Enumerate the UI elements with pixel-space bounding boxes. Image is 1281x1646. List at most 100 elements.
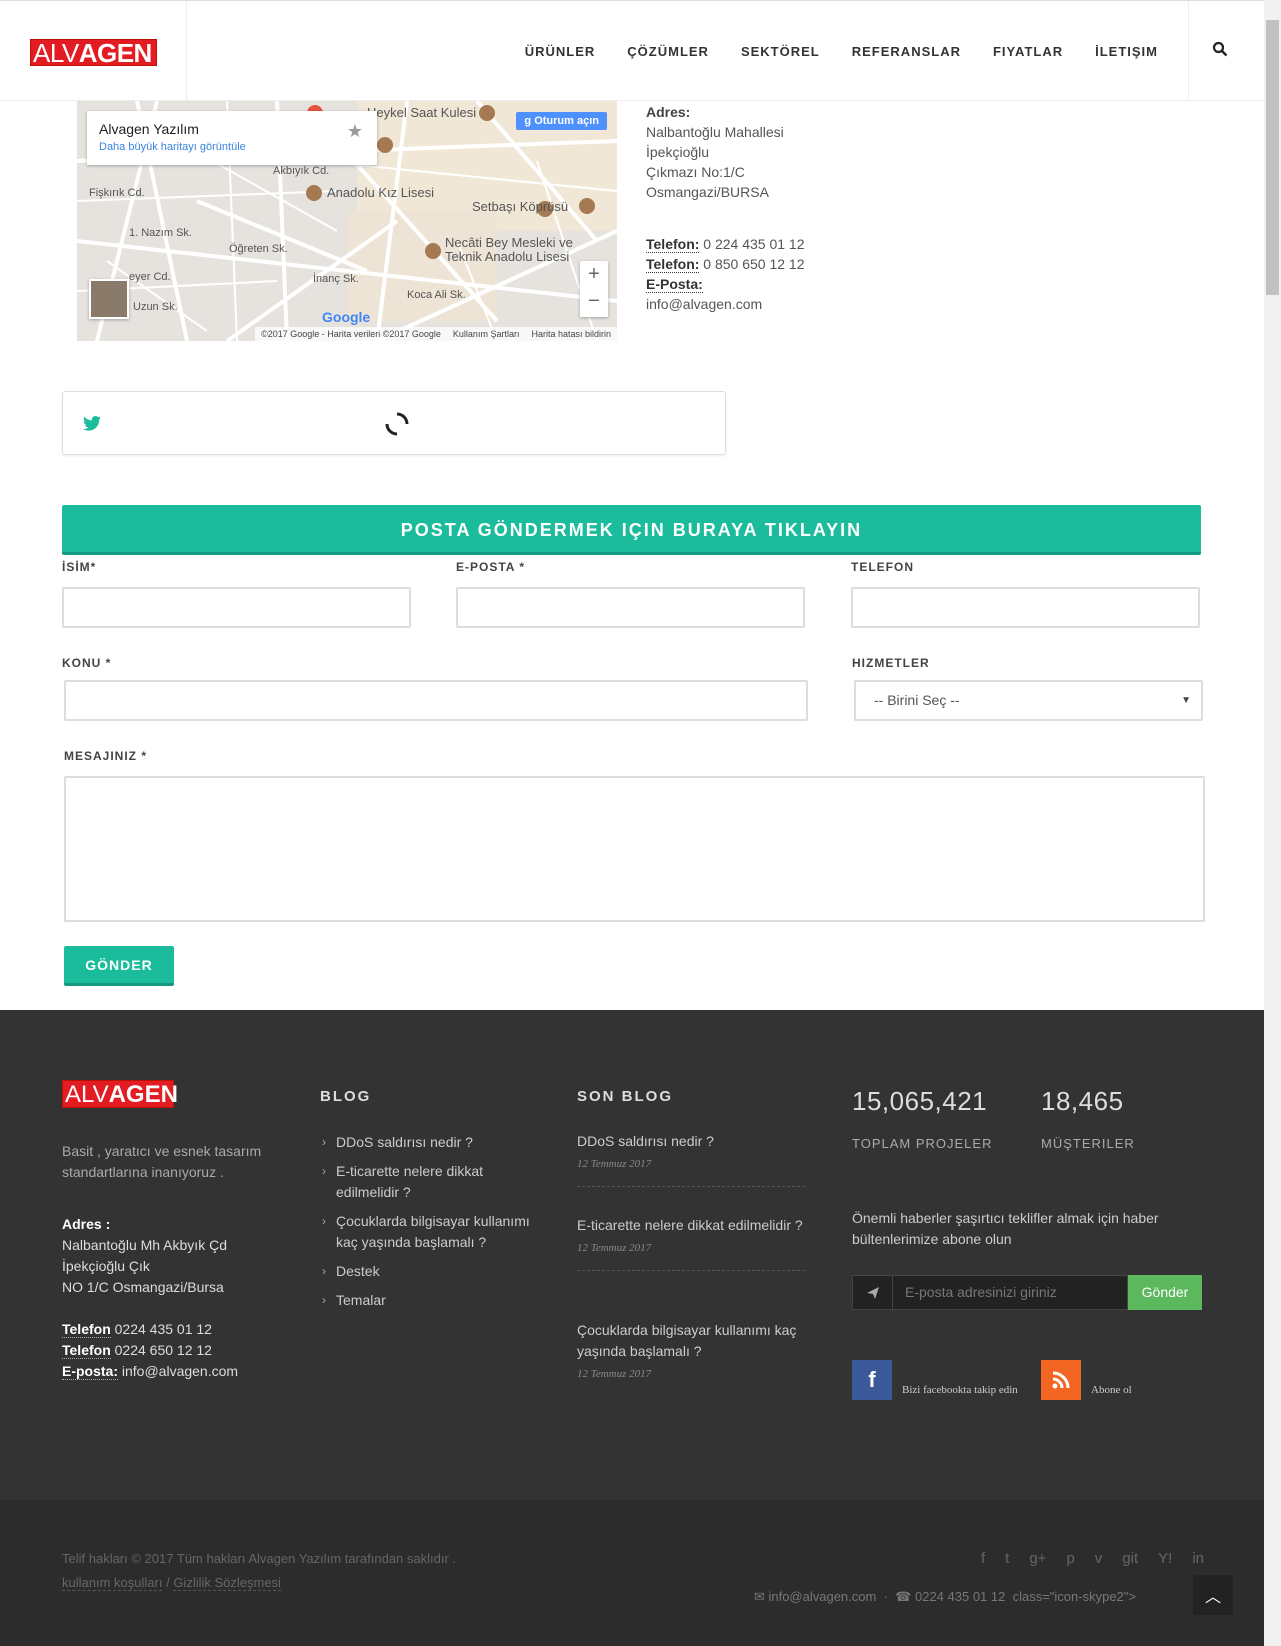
google-plus-icon[interactable]: g+ <box>1029 1550 1046 1567</box>
google-map[interactable]: Heykel Saat Kulesi Anadolu Kız Lisesi Se… <box>77 101 617 341</box>
blog-link[interactable]: E-ticarette nelere dikkat edilmelidir ? <box>320 1161 540 1203</box>
copyright-text: Telif hakları © 2017 Tüm hakları Alvagen… <box>62 1551 456 1591</box>
recent-post: E-ticarette nelere dikkat edilmelidir ? … <box>577 1215 805 1271</box>
paper-plane-icon <box>852 1275 892 1310</box>
blog-link[interactable]: Destek <box>320 1261 540 1282</box>
vimeo-icon[interactable]: v <box>1095 1550 1103 1567</box>
pinterest-icon[interactable]: p <box>1066 1550 1074 1567</box>
alvagen-logo[interactable]: ALVAGEN <box>30 39 157 67</box>
satellite-toggle[interactable] <box>89 279 129 319</box>
twitter-icon <box>83 416 101 431</box>
recent-post-title[interactable]: Çocuklarda bilgisayar kullanımı kaç yaşı… <box>577 1320 805 1362</box>
scroll-to-top-button[interactable]: ︿ <box>1193 1575 1233 1615</box>
newsletter-submit-button[interactable]: Gönder <box>1128 1275 1202 1310</box>
newsletter-text: Önemli haberler şaşırtıcı teklifler alma… <box>852 1210 1159 1247</box>
phone-2: 0 850 650 12 12 <box>703 256 805 272</box>
map-label: İnanç Sk. <box>313 273 359 285</box>
twitter-icon[interactable]: t <box>1005 1550 1009 1567</box>
search-icon[interactable] <box>1212 41 1232 61</box>
github-icon[interactable]: git <box>1122 1550 1138 1567</box>
send-button[interactable]: GÖNDER <box>64 946 174 986</box>
map-label: Öğreten Sk. <box>229 243 288 255</box>
recent-post: Çocuklarda bilgisayar kullanımı kaç yaşı… <box>577 1320 805 1396</box>
footer-address: Adres : Nalbantoğlu Mh Akbyık Çd İpekçio… <box>62 1216 239 1380</box>
nav-iletisim[interactable]: İLETIŞIM <box>1095 44 1158 59</box>
recent-post-title[interactable]: E-ticarette nelere dikkat edilmelidir ? <box>577 1215 805 1236</box>
services-select[interactable]: -- Birini Seç -- ▼ <box>854 680 1203 721</box>
newsletter-form: E-posta adresinizi giriniz Gönder <box>852 1275 1202 1310</box>
message-textarea[interactable] <box>64 776 1205 922</box>
map-label: Setbaşı Köprüsü <box>472 199 569 214</box>
map-attribution: ©2017 Google - Harita verileri ©2017 Goo… <box>255 327 617 341</box>
google-icon: g <box>524 115 535 127</box>
rss-icon <box>1041 1360 1081 1400</box>
footer-email-link[interactable]: info@alvagen.com <box>122 1363 238 1379</box>
blog-link[interactable]: Temalar <box>320 1290 540 1311</box>
email-input[interactable] <box>456 587 805 628</box>
phone-input[interactable] <box>851 587 1200 628</box>
contact-email[interactable]: info@alvagen.com <box>646 294 805 314</box>
bottom-email-link[interactable]: info@alvagen.com <box>768 1589 876 1604</box>
footer-logo[interactable]: ALVAGEN <box>62 1080 178 1108</box>
map-label: Anadolu Kız Lisesi <box>327 185 434 200</box>
nav-cozumler[interactable]: ÇÖZÜMLER <box>627 44 709 59</box>
terms-link[interactable]: kullanım koşulları <box>62 1575 163 1591</box>
customers-label: MÜŞTERILER <box>1041 1136 1135 1151</box>
recent-post: DDoS saldırısı nedir ? 12 Temmuz 2017 <box>577 1131 805 1187</box>
subject-input[interactable] <box>64 680 808 721</box>
email-label: E-POSTA * <box>456 560 526 574</box>
star-icon[interactable]: ★ <box>347 121 363 142</box>
scrollbar-thumb[interactable] <box>1266 20 1279 295</box>
map-label: Akbıyık Cd. <box>273 165 330 177</box>
site-header: ALVAGEN ÜRÜNLER ÇÖZÜMLER SEKTÖREL REFERA… <box>0 0 1264 101</box>
recent-blog-heading: SON BLOG <box>577 1088 674 1105</box>
map-report-link[interactable]: Harita hatası bildirin <box>531 329 611 339</box>
map-label: Necâti Bey Mesleki ve <box>445 235 573 250</box>
header-divider <box>1188 1 1189 101</box>
recent-post-date: 12 Temmuz 2017 <box>577 1368 652 1380</box>
social-icons: f t g+ p v git Y! in <box>981 1550 1204 1567</box>
site-footer: ALVAGEN Basit , yaratıcı ve esnek tasarı… <box>0 1010 1264 1500</box>
map-terms-link[interactable]: Kullanım Şartları <box>453 329 520 339</box>
total-projects-label: TOPLAM PROJELER <box>852 1136 993 1151</box>
blog-link[interactable]: Çocuklarda bilgisayar kullanımı kaç yaşı… <box>320 1211 540 1253</box>
phone-1: 0 224 435 01 12 <box>703 236 805 252</box>
newsletter-email-input[interactable]: E-posta adresinizi giriniz <box>892 1275 1128 1310</box>
chevron-up-icon: ︿ <box>1204 1589 1221 1606</box>
services-label: HIZMETLER <box>852 656 930 670</box>
zoom-out-button[interactable]: − <box>580 288 608 315</box>
name-input[interactable] <box>62 587 411 628</box>
zoom-in-button[interactable]: + <box>580 261 608 288</box>
page-scrollbar[interactable] <box>1264 0 1281 1646</box>
larger-map-link[interactable]: Daha büyük haritayı görüntüle <box>99 141 365 153</box>
map-label: Heykel Saat Kulesi <box>367 105 477 120</box>
yahoo-icon[interactable]: Y! <box>1158 1550 1172 1567</box>
contact-info: Adres: Nalbantoğlu Mahallesi İpekçioğlu … <box>646 104 805 314</box>
nav-referanslar[interactable]: REFERANSLAR <box>852 44 961 59</box>
map-login-button[interactable]: g Oturum açın <box>516 112 607 130</box>
address-label: Adres: <box>646 104 691 120</box>
headset-icon: ☎ <box>895 1589 912 1604</box>
recent-post-title[interactable]: DDoS saldırısı nedir ? <box>577 1131 805 1152</box>
customers-count: 18,465 <box>1041 1086 1124 1116</box>
privacy-link[interactable]: Gizlilik Sözleşmesi <box>173 1575 281 1591</box>
phone-label: TELEFON <box>851 560 914 574</box>
blog-link[interactable]: DDoS saldırısı nedir ? <box>320 1132 540 1153</box>
map-label: Koca Ali Sk. <box>407 289 466 301</box>
footer-tagline: Basit , yaratıcı ve esnek tasarım standa… <box>62 1143 262 1180</box>
main-nav: ÜRÜNLER ÇÖZÜMLER SEKTÖREL REFERANSLAR FI… <box>525 1 1158 101</box>
map-place-title: Alvagen Yazılım <box>99 121 199 137</box>
send-mail-banner[interactable]: POSTA GÖNDERMEK IÇIN BURAYA TIKLAYIN <box>62 505 1201 555</box>
map-label: Fişkırık Cd. <box>89 187 145 199</box>
nav-urunler[interactable]: ÜRÜNLER <box>525 44 596 59</box>
bottom-contact: ✉ info@alvagen.com · ☎ 0224 435 01 12 cl… <box>753 1589 1136 1604</box>
nav-sektorel[interactable]: SEKTÖREL <box>741 44 820 59</box>
name-label: İSİM* <box>62 560 97 574</box>
map-label: Uzun Sk. <box>133 301 178 313</box>
google-logo: Google <box>322 309 371 325</box>
linkedin-icon[interactable]: in <box>1192 1550 1204 1567</box>
facebook-follow[interactable]: f Bizi facebookta takip edin <box>852 1360 1022 1400</box>
facebook-icon[interactable]: f <box>981 1550 985 1567</box>
rss-subscribe[interactable]: Abone ol <box>1041 1360 1132 1400</box>
nav-fiyatlar[interactable]: FIYATLAR <box>993 44 1063 59</box>
